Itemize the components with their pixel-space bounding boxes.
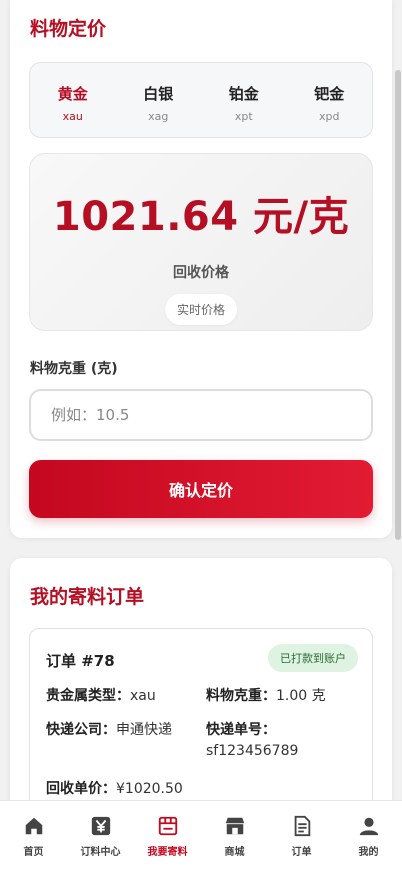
weight-label: 料物克重 (克) bbox=[30, 361, 118, 377]
order-item[interactable]: 订单 #78 已打款到账户 贵金属类型：xau 料物克重：1.00 克 快递公司… bbox=[29, 628, 373, 828]
unit-price-value: ¥1020.50 bbox=[116, 781, 183, 797]
price-display: 1021.64 元/克 回收价格 实时价格 bbox=[29, 153, 373, 331]
store-icon bbox=[225, 817, 244, 835]
metal-type-row: 贵金属类型：xau bbox=[46, 685, 156, 705]
orders-card: 我的寄料订单 订单 #78 已打款到账户 贵金属类型：xau 料物克重：1.00… bbox=[10, 558, 392, 828]
nav-label: 订料中心 bbox=[80, 847, 121, 858]
nav-item-store[interactable]: 商城 bbox=[201, 801, 268, 869]
metal-tab-name: 白银 bbox=[143, 85, 174, 103]
metal-tab-name: 黄金 bbox=[57, 85, 88, 103]
nav-label: 我要寄料 bbox=[147, 847, 188, 858]
nav-item-profile[interactable]: 我的 bbox=[335, 801, 402, 869]
status-badge: 已打款到账户 bbox=[268, 644, 358, 672]
tracking-row: 快递单号： bbox=[206, 719, 276, 739]
pricing-title: 料物定价 bbox=[30, 18, 107, 40]
nav-item-order-center[interactable]: 订料中心 bbox=[67, 801, 134, 869]
yen-icon bbox=[91, 816, 110, 836]
tracking-value: sf123456789 bbox=[206, 743, 299, 759]
package-icon bbox=[158, 816, 177, 836]
order-weight-label: 料物克重： bbox=[206, 688, 276, 704]
metal-tabs: 黄金 xau 白银 xag 铂金 xpt 钯金 xpd bbox=[29, 62, 373, 138]
courier-row: 快递公司：申通快递 bbox=[46, 719, 172, 739]
courier-value: 申通快递 bbox=[116, 722, 172, 738]
nav-label: 我的 bbox=[358, 847, 379, 858]
realtime-price-badge: 实时价格 bbox=[164, 294, 237, 325]
metal-tab-platinum[interactable]: 铂金 xpt bbox=[201, 63, 287, 137]
metal-tab-palladium[interactable]: 钯金 xpd bbox=[287, 63, 373, 137]
nav-label: 订单 bbox=[291, 847, 312, 858]
metal-tab-code: xag bbox=[148, 110, 169, 123]
order-weight-value: 1.00 克 bbox=[276, 688, 326, 704]
confirm-pricing-button[interactable]: 确认定价 bbox=[29, 460, 373, 518]
metal-tab-code: xpd bbox=[319, 110, 340, 123]
nav-item-home[interactable]: 首页 bbox=[0, 801, 67, 869]
nav-item-orders[interactable]: 订单 bbox=[268, 801, 335, 869]
nav-item-send-material[interactable]: 我要寄料 bbox=[134, 801, 201, 869]
page-scrollbar[interactable] bbox=[395, 70, 401, 540]
home-icon bbox=[25, 817, 42, 835]
weight-input[interactable] bbox=[29, 389, 373, 441]
nav-label: 首页 bbox=[23, 847, 44, 858]
nav-label: 商城 bbox=[224, 847, 245, 858]
orders-title: 我的寄料订单 bbox=[30, 586, 145, 608]
courier-label: 快递公司： bbox=[46, 722, 116, 738]
unit-price-label: 回收单价： bbox=[46, 781, 116, 797]
metal-tab-code: xpt bbox=[234, 110, 253, 123]
metal-type-value: xau bbox=[130, 688, 156, 704]
user-icon bbox=[359, 817, 378, 836]
document-icon bbox=[294, 815, 310, 837]
tracking-label: 快递单号： bbox=[206, 722, 276, 738]
weight-row: 料物克重：1.00 克 bbox=[206, 685, 326, 705]
price-value: 1021.64 元/克 bbox=[52, 194, 350, 240]
metal-tab-code: xau bbox=[62, 110, 83, 123]
order-number: 订单 #78 bbox=[46, 652, 115, 670]
metal-tab-gold[interactable]: 黄金 xau bbox=[30, 63, 116, 137]
unit-price-row: 回收单价：¥1020.50 bbox=[46, 778, 183, 798]
metal-tab-name: 铂金 bbox=[228, 85, 259, 103]
metal-tab-name: 钯金 bbox=[314, 85, 345, 103]
pricing-card: 料物定价 黄金 xau 白银 xag 铂金 xpt 钯金 xpd 1021.64… bbox=[10, 0, 392, 538]
metal-type-label: 贵金属类型： bbox=[46, 688, 130, 704]
metal-tab-silver[interactable]: 白银 xag bbox=[116, 63, 202, 137]
bottom-nav: 首页 订料中心 我要寄料 商城 订单 我的 bbox=[0, 800, 402, 869]
price-label: 回收价格 bbox=[173, 265, 229, 281]
